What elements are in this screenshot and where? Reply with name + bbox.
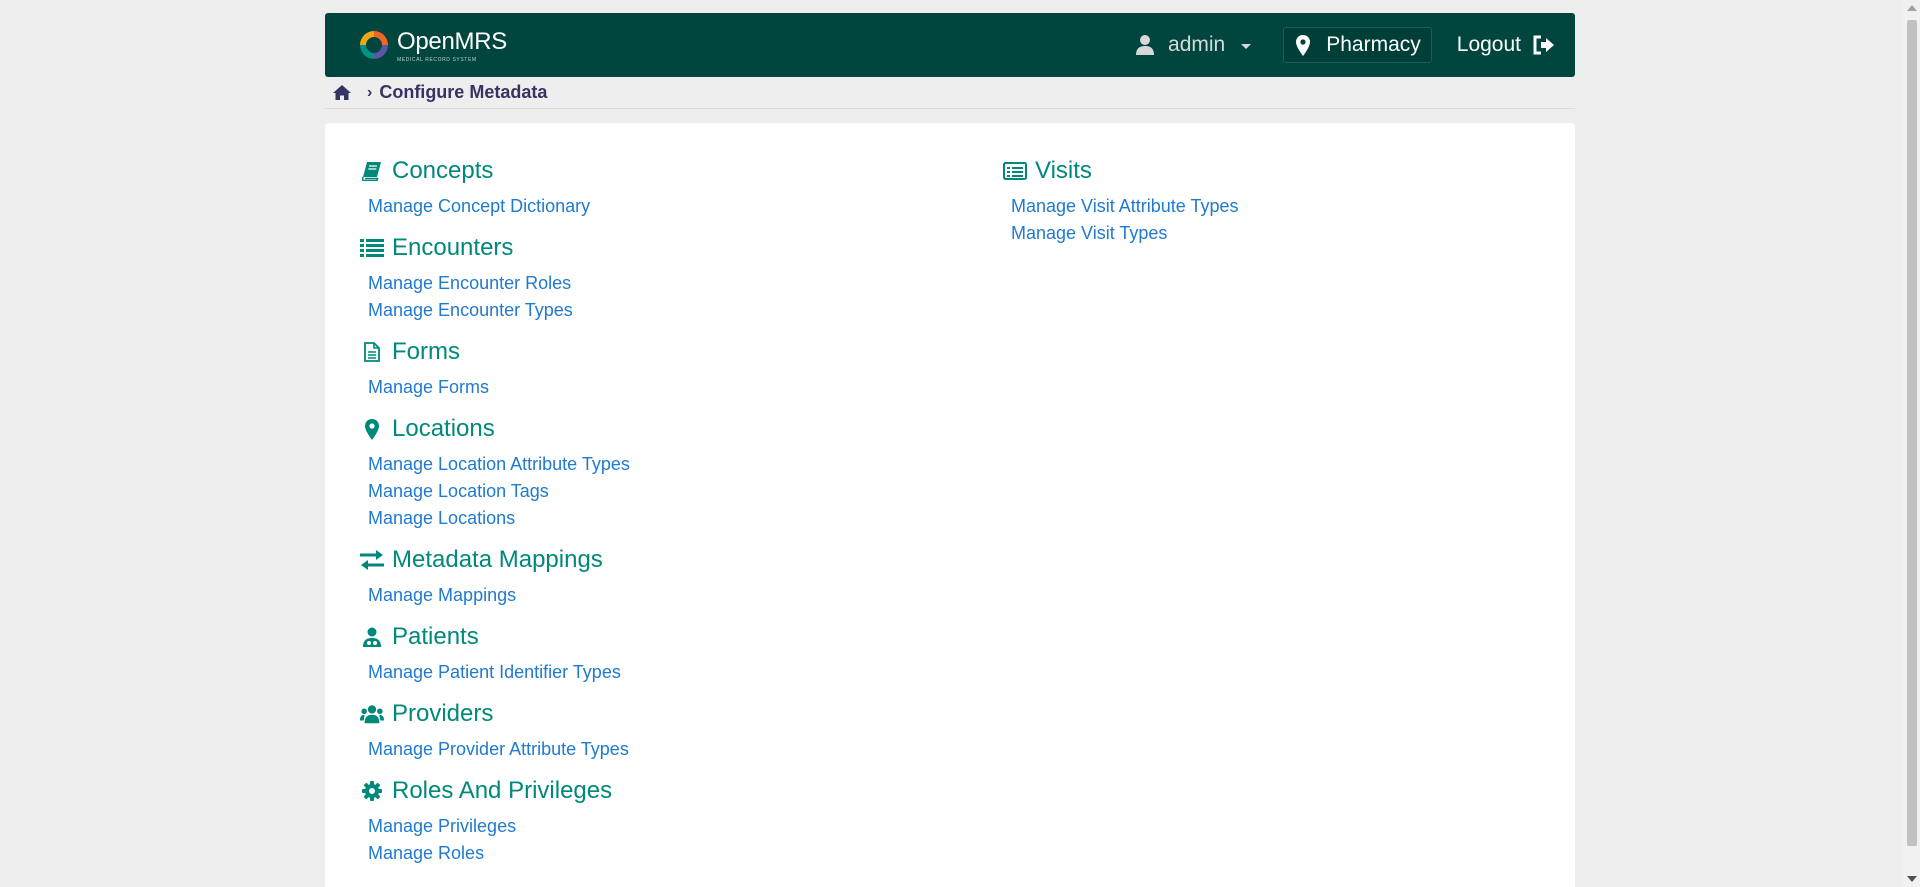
section-forms: Forms Manage Forms: [360, 332, 960, 401]
link-manage-privileges[interactable]: Manage Privileges: [368, 813, 960, 840]
scrollbar-thumb[interactable]: [1907, 20, 1917, 846]
user-icon: [1136, 35, 1155, 55]
section-title: Providers: [360, 694, 960, 734]
section-patients: Patients Manage Patient Identifier Types: [360, 617, 960, 686]
section-locations: Locations Manage Location Attribute Type…: [360, 409, 960, 532]
list-icon: [360, 236, 384, 260]
section-visits: Visits Manage Visit Attribute Types Mana…: [1003, 151, 1503, 247]
metadata-column-right: Visits Manage Visit Attribute Types Mana…: [1003, 151, 1503, 255]
link-manage-location-attribute-types[interactable]: Manage Location Attribute Types: [368, 451, 960, 478]
section-title: Metadata Mappings: [360, 540, 960, 580]
user-menu[interactable]: admin: [1136, 33, 1252, 57]
link-manage-encounter-roles[interactable]: Manage Encounter Roles: [368, 270, 960, 297]
link-manage-locations[interactable]: Manage Locations: [368, 505, 960, 532]
link-manage-forms[interactable]: Manage Forms: [368, 374, 960, 401]
logo-text: OpenMRS: [397, 27, 507, 55]
list-alt-icon: [1003, 159, 1027, 183]
breadcrumb: › Configure Metadata: [325, 77, 1575, 109]
section-title: Encounters: [360, 228, 960, 268]
map-marker-icon: [360, 417, 384, 441]
chevron-down-icon: [1241, 44, 1252, 49]
section-title: Patients: [360, 617, 960, 657]
logout-button[interactable]: Logout: [1457, 33, 1555, 57]
map-marker-icon: [1296, 34, 1311, 56]
exchange-icon: [360, 548, 384, 572]
section-title: Forms: [360, 332, 960, 372]
section-metadata-mappings: Metadata Mappings Manage Mappings: [360, 540, 960, 609]
section-title-text: Visits: [1035, 157, 1092, 184]
metadata-card: Concepts Manage Concept Dictionary Encou…: [325, 123, 1575, 887]
user-md-icon: [360, 625, 384, 649]
book-icon: [360, 159, 384, 183]
section-title: Locations: [360, 409, 960, 449]
section-title-text: Encounters: [392, 234, 514, 261]
users-icon: [360, 702, 384, 726]
section-roles-and-privileges: Roles And Privileges Manage Privileges M…: [360, 771, 960, 867]
link-manage-roles[interactable]: Manage Roles: [368, 840, 960, 867]
section-concepts: Concepts Manage Concept Dictionary: [360, 151, 960, 220]
section-title-text: Metadata Mappings: [392, 546, 603, 573]
gear-icon: [360, 779, 384, 803]
breadcrumb-current: Configure Metadata: [379, 82, 548, 102]
section-title: Roles And Privileges: [360, 771, 960, 811]
section-title-text: Concepts: [392, 157, 494, 184]
link-manage-encounter-types[interactable]: Manage Encounter Types: [368, 297, 960, 324]
link-manage-mappings[interactable]: Manage Mappings: [368, 582, 960, 609]
chevron-right-icon: ›: [367, 83, 373, 101]
page-container: OpenMRS MEDICAL RECORD SYSTEM admin Phar…: [325, 13, 1575, 887]
openmrs-logo[interactable]: OpenMRS MEDICAL RECORD SYSTEM: [357, 28, 507, 63]
sign-out-icon: [1533, 35, 1554, 55]
section-title-text: Providers: [392, 700, 494, 727]
username: admin: [1168, 33, 1226, 56]
location-selector[interactable]: Pharmacy: [1283, 27, 1432, 63]
home-icon[interactable]: [332, 84, 352, 101]
metadata-column-left: Concepts Manage Concept Dictionary Encou…: [360, 151, 960, 875]
section-encounters: Encounters Manage Encounter Roles Manage…: [360, 228, 960, 324]
location-name: Pharmacy: [1326, 33, 1421, 56]
file-icon: [360, 340, 384, 364]
section-providers: Providers Manage Provider Attribute Type…: [360, 694, 960, 763]
logo-subtitle: MEDICAL RECORD SYSTEM: [397, 56, 477, 63]
section-title-text: Patients: [392, 623, 479, 650]
link-manage-patient-identifier-types[interactable]: Manage Patient Identifier Types: [368, 659, 960, 686]
link-manage-concept-dictionary[interactable]: Manage Concept Dictionary: [368, 193, 960, 220]
section-title-text: Roles And Privileges: [392, 777, 613, 804]
scroll-up-icon[interactable]: [1907, 5, 1917, 11]
link-manage-visit-types[interactable]: Manage Visit Types: [1011, 220, 1503, 247]
page-scrollbar[interactable]: [1903, 0, 1920, 887]
openmrs-logo-icon: [360, 31, 388, 59]
link-manage-visit-attribute-types[interactable]: Manage Visit Attribute Types: [1011, 193, 1503, 220]
logout-label: Logout: [1456, 33, 1521, 56]
link-manage-location-tags[interactable]: Manage Location Tags: [368, 478, 960, 505]
scroll-down-icon[interactable]: [1907, 876, 1917, 882]
section-title-text: Forms: [392, 338, 460, 365]
top-header: OpenMRS MEDICAL RECORD SYSTEM admin Phar…: [325, 13, 1575, 77]
section-title-text: Locations: [392, 415, 495, 442]
section-title: Concepts: [360, 151, 960, 191]
section-title: Visits: [1003, 151, 1503, 191]
link-manage-provider-attribute-types[interactable]: Manage Provider Attribute Types: [368, 736, 960, 763]
